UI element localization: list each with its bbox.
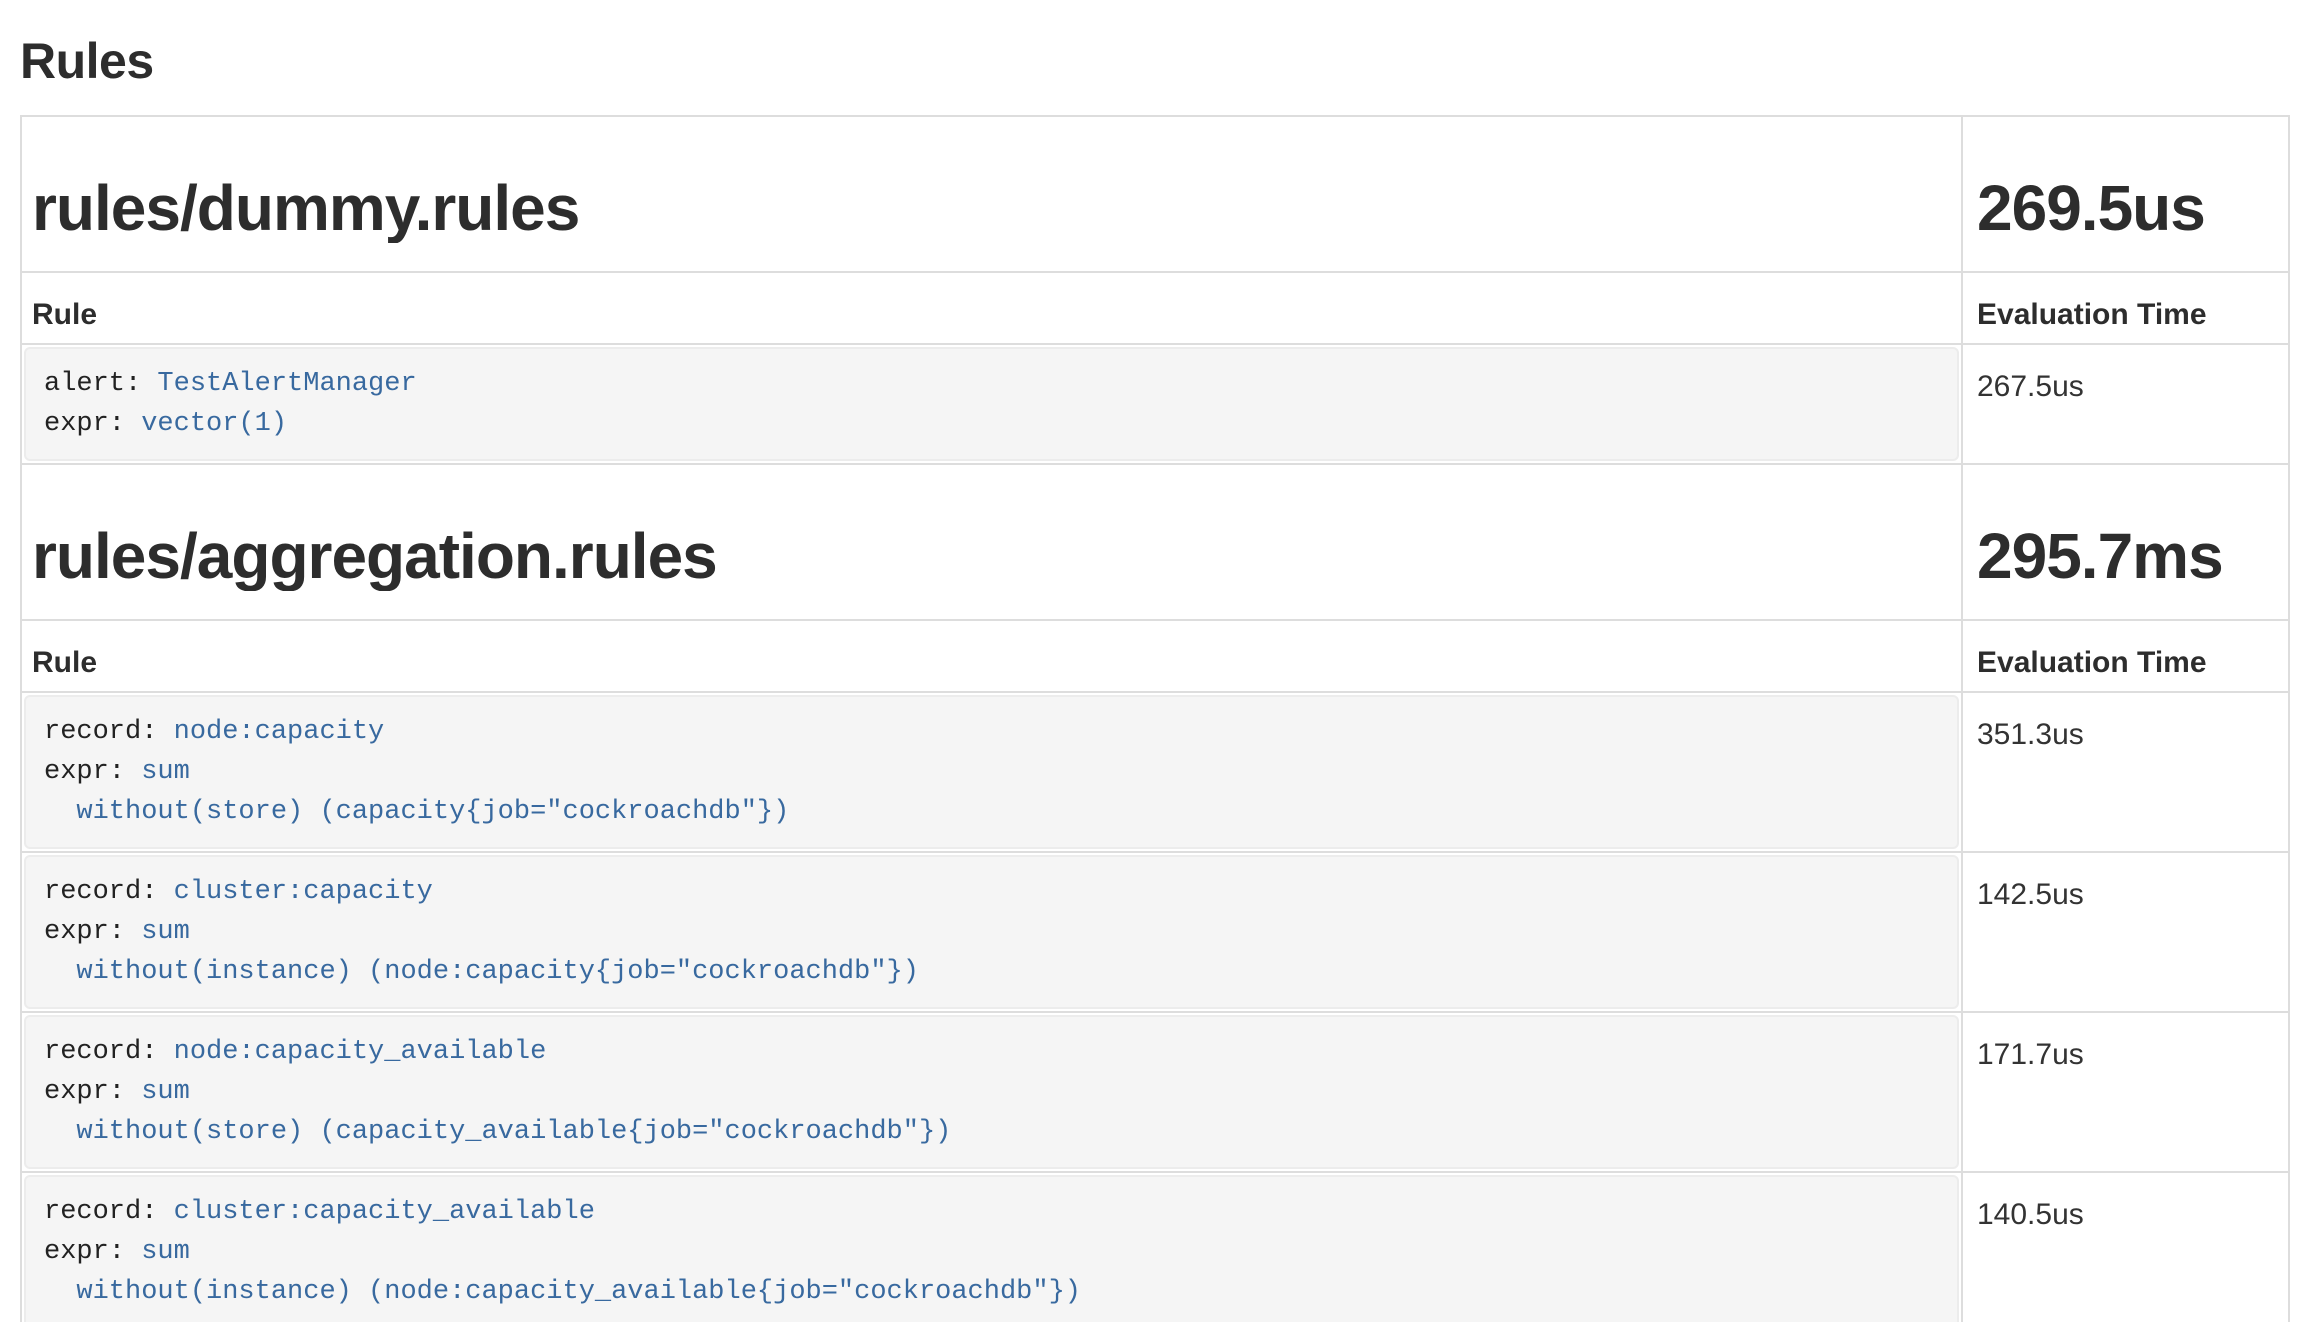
rule-keyword: record: <box>44 877 174 907</box>
rule-cell: record: node:capacity_available expr: su… <box>21 1012 1962 1172</box>
rule-keyword: record: <box>44 1197 174 1227</box>
rule-keyword <box>44 957 76 987</box>
rule-keyword: expr: <box>44 1237 141 1267</box>
rule-expression-link[interactable]: without(instance) (node:capacity{job="co… <box>76 957 919 987</box>
rule-keyword: record: <box>44 1037 174 1067</box>
rule-row: record: cluster:capacity expr: sum witho… <box>21 852 2289 1012</box>
rule-cell: record: node:capacity expr: sum without(… <box>21 692 1962 852</box>
rule-keyword: expr: <box>44 1077 141 1107</box>
rule-expression-link[interactable]: sum <box>141 1237 190 1267</box>
rules-table: rules/dummy.rules 269.5us Rule Evaluatio… <box>20 115 2290 1322</box>
rule-keyword: alert: <box>44 369 157 399</box>
rule-expression-link[interactable]: vector(1) <box>141 409 287 439</box>
rule-column-header: Rule <box>21 620 1962 692</box>
rule-group-header-row: rules/dummy.rules 269.5us <box>21 116 2289 272</box>
rule-keyword: expr: <box>44 917 141 947</box>
rule-definition: record: cluster:capacity_available expr:… <box>24 1175 1959 1322</box>
rule-group-evaluation-time-cell: 269.5us <box>1962 116 2289 272</box>
rule-expression-link[interactable]: without(instance) (node:capacity_availab… <box>76 1277 1081 1307</box>
rule-definition: record: cluster:capacity expr: sum witho… <box>24 855 1959 1009</box>
rule-expression-link[interactable]: cluster:capacity_available <box>174 1197 595 1227</box>
rule-evaluation-time: 142.5us <box>1962 852 2289 1012</box>
rule-keyword: expr: <box>44 409 141 439</box>
column-header-row: Rule Evaluation Time <box>21 272 2289 344</box>
rule-column-header: Rule <box>21 272 1962 344</box>
rule-cell: alert: TestAlertManager expr: vector(1) <box>21 344 1962 464</box>
rule-group-name: rules/dummy.rules <box>32 173 1951 243</box>
evaluation-time-column-header: Evaluation Time <box>1962 272 2289 344</box>
rules-page: Rules rules/dummy.rules 269.5us Rule Eva… <box>0 34 2316 1322</box>
rule-expression-link[interactable]: node:capacity <box>174 717 385 747</box>
rule-evaluation-time: 267.5us <box>1962 344 2289 464</box>
rule-expression-link[interactable]: node:capacity_available <box>174 1037 547 1067</box>
rule-expression-link[interactable]: TestAlertManager <box>157 369 416 399</box>
rule-group-header-row: rules/aggregation.rules 295.7ms <box>21 464 2289 620</box>
rule-row: alert: TestAlertManager expr: vector(1) … <box>21 344 2289 464</box>
rule-row: record: node:capacity_available expr: su… <box>21 1012 2289 1172</box>
rule-group-evaluation-time: 295.7ms <box>1977 521 2272 591</box>
rule-keyword <box>44 1277 76 1307</box>
rule-row: record: node:capacity expr: sum without(… <box>21 692 2289 852</box>
rule-group-evaluation-time-cell: 295.7ms <box>1962 464 2289 620</box>
rule-keyword: record: <box>44 717 174 747</box>
rule-evaluation-time: 171.7us <box>1962 1012 2289 1172</box>
rule-definition: record: node:capacity_available expr: su… <box>24 1015 1959 1169</box>
rule-evaluation-time: 140.5us <box>1962 1172 2289 1322</box>
rule-group-name-cell: rules/dummy.rules <box>21 116 1962 272</box>
evaluation-time-column-header: Evaluation Time <box>1962 620 2289 692</box>
rule-expression-link[interactable]: sum <box>141 757 190 787</box>
rule-keyword <box>44 797 76 827</box>
rule-keyword: expr: <box>44 757 141 787</box>
rule-definition: alert: TestAlertManager expr: vector(1) <box>24 347 1959 461</box>
rule-expression-link[interactable]: without(store) (capacity{job="cockroachd… <box>76 797 789 827</box>
rule-expression-link[interactable]: sum <box>141 917 190 947</box>
rule-group-name: rules/aggregation.rules <box>32 521 1951 591</box>
rule-definition: record: node:capacity expr: sum without(… <box>24 695 1959 849</box>
rule-keyword <box>44 1117 76 1147</box>
rule-expression-link[interactable]: sum <box>141 1077 190 1107</box>
page-title: Rules <box>20 34 2290 89</box>
column-header-row: Rule Evaluation Time <box>21 620 2289 692</box>
rule-cell: record: cluster:capacity_available expr:… <box>21 1172 1962 1322</box>
rule-group-name-cell: rules/aggregation.rules <box>21 464 1962 620</box>
rule-expression-link[interactable]: cluster:capacity <box>174 877 433 907</box>
rule-group-evaluation-time: 269.5us <box>1977 173 2272 243</box>
rules-table-body: rules/dummy.rules 269.5us Rule Evaluatio… <box>21 116 2289 1322</box>
rule-cell: record: cluster:capacity expr: sum witho… <box>21 852 1962 1012</box>
rule-evaluation-time: 351.3us <box>1962 692 2289 852</box>
rule-expression-link[interactable]: without(store) (capacity_available{job="… <box>76 1117 951 1147</box>
rule-row: record: cluster:capacity_available expr:… <box>21 1172 2289 1322</box>
